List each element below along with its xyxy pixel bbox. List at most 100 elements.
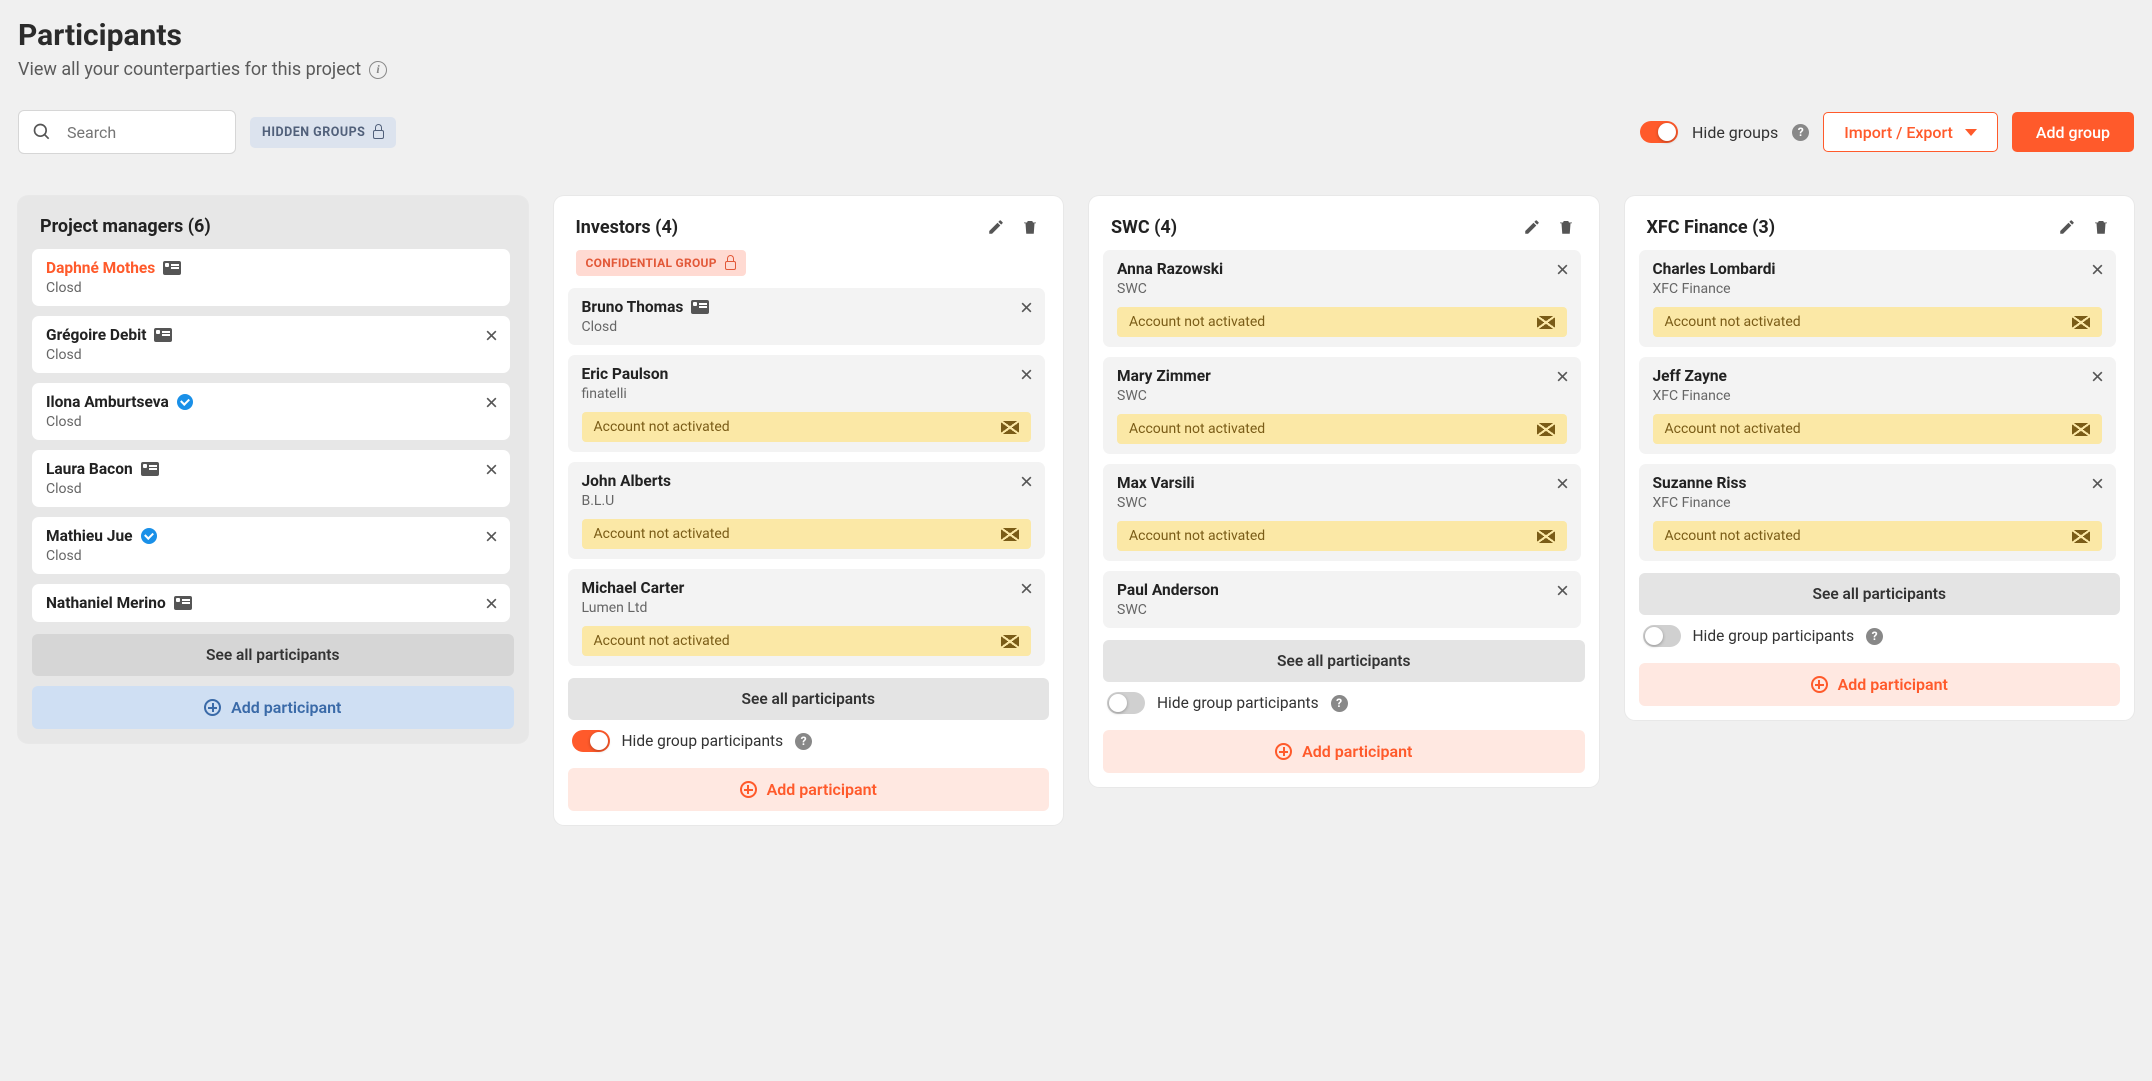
member-card[interactable]: Max VarsiliSWCAccount not activated	[1103, 464, 1581, 561]
not-activated-badge: Account not activated	[1117, 307, 1567, 337]
add-participant-button[interactable]: Add participant	[1639, 663, 2121, 706]
hide-group-toggle[interactable]	[572, 730, 610, 752]
remove-member-button[interactable]	[1556, 369, 1569, 387]
member-name: Max Varsili	[1117, 474, 1567, 492]
member-list[interactable]: Anna RazowskiSWCAccount not activated Mar…	[1103, 250, 1585, 628]
member-card[interactable]: Grégoire DebitClosd	[32, 316, 510, 373]
edit-group-button[interactable]	[2056, 216, 2078, 238]
member-name: John Alberts	[582, 472, 1032, 490]
envelope-icon[interactable]	[2072, 423, 2090, 436]
member-name: Eric Paulson	[582, 365, 1032, 383]
hide-group-label: Hide group participants	[1157, 694, 1319, 712]
envelope-icon[interactable]	[1001, 528, 1019, 541]
member-name: Charles Lombardi	[1653, 260, 2103, 278]
member-org: Closd	[582, 319, 1032, 335]
member-card[interactable]: Daphné MothesClosd	[32, 249, 510, 306]
help-icon[interactable]: ?	[1792, 124, 1809, 141]
member-card[interactable]: Charles LombardiXFC FinanceAccount not a…	[1639, 250, 2117, 347]
member-card[interactable]: Mary ZimmerSWCAccount not activated	[1103, 357, 1581, 454]
member-name: Anna Razowski	[1117, 260, 1567, 278]
member-card[interactable]: Michael CarterLumen LtdAccount not activ…	[568, 569, 1046, 666]
envelope-icon[interactable]	[1001, 421, 1019, 434]
member-name: Mary Zimmer	[1117, 367, 1567, 385]
hide-groups-toggle[interactable]	[1640, 121, 1678, 143]
group-column-swc: SWC (4) Anna RazowskiSWCAccount not activ…	[1089, 196, 1599, 787]
hide-group-toggle[interactable]	[1107, 692, 1145, 714]
member-org: Closd	[46, 414, 496, 430]
hide-group-toggle[interactable]	[1643, 625, 1681, 647]
delete-group-button[interactable]	[2090, 216, 2112, 238]
member-card[interactable]: John AlbertsB.L.UAccount not activated	[568, 462, 1046, 559]
remove-member-button[interactable]	[2091, 369, 2104, 387]
add-participant-button[interactable]: Add participant	[32, 686, 514, 729]
member-card[interactable]: Mathieu JueClosd	[32, 517, 510, 574]
see-all-button[interactable]: See all participants	[32, 634, 514, 676]
envelope-icon[interactable]	[2072, 316, 2090, 329]
remove-member-button[interactable]	[1556, 476, 1569, 494]
remove-member-button[interactable]	[1556, 262, 1569, 280]
verified-icon	[141, 528, 157, 544]
add-participant-button[interactable]: Add participant	[568, 768, 1050, 811]
member-card[interactable]: Suzanne RissXFC FinanceAccount not activ…	[1639, 464, 2117, 561]
info-icon[interactable]: i	[369, 61, 387, 79]
member-card[interactable]: Eric Paulson finatelli Account not activat…	[568, 355, 1046, 452]
see-all-button[interactable]: See all participants	[568, 678, 1050, 720]
hidden-groups-chip[interactable]: HIDDEN GROUPS	[250, 117, 396, 148]
edit-group-button[interactable]	[1521, 216, 1543, 238]
id-card-icon	[163, 261, 181, 275]
member-name: Nathaniel Merino	[46, 594, 496, 612]
member-name: Michael Carter	[582, 579, 1032, 597]
delete-group-button[interactable]	[1555, 216, 1577, 238]
edit-group-button[interactable]	[985, 216, 1007, 238]
envelope-icon[interactable]	[2072, 530, 2090, 543]
remove-member-button[interactable]	[485, 529, 498, 547]
id-card-icon	[691, 300, 709, 314]
member-card[interactable]: Nathaniel Merino	[32, 584, 510, 622]
envelope-icon[interactable]	[1537, 530, 1555, 543]
add-participant-button[interactable]: Add participant	[1103, 730, 1585, 773]
remove-member-button[interactable]	[485, 596, 498, 614]
member-name: Jeff Zayne	[1653, 367, 2103, 385]
add-group-button[interactable]: Add group	[2012, 112, 2134, 152]
remove-member-button[interactable]	[1020, 300, 1033, 318]
remove-member-button[interactable]	[485, 395, 498, 413]
member-card[interactable]: Jeff ZayneXFC FinanceAccount not activat…	[1639, 357, 2117, 454]
help-icon[interactable]: ?	[1866, 628, 1883, 645]
member-card[interactable]: Ilona Amburtseva Closd	[32, 383, 510, 440]
remove-member-button[interactable]	[2091, 476, 2104, 494]
member-card[interactable]: Anna RazowskiSWCAccount not activated	[1103, 250, 1581, 347]
id-card-icon	[174, 596, 192, 610]
member-list[interactable]: Bruno Thomas Closd Eric Paulson finatelli Ac…	[568, 288, 1050, 666]
import-export-button[interactable]: Import / Export	[1823, 112, 1998, 152]
remove-member-button[interactable]	[2091, 262, 2104, 280]
see-all-button[interactable]: See all participants	[1103, 640, 1585, 682]
hide-group-label: Hide group participants	[622, 732, 784, 750]
member-list[interactable]: Charles LombardiXFC FinanceAccount not a…	[1639, 250, 2121, 561]
see-all-button[interactable]: See all participants	[1639, 573, 2121, 615]
member-org: Closd	[46, 548, 496, 564]
envelope-icon[interactable]	[1537, 316, 1555, 329]
member-org: finatelli	[582, 386, 1032, 402]
help-icon[interactable]: ?	[795, 733, 812, 750]
remove-member-button[interactable]	[485, 328, 498, 346]
delete-group-button[interactable]	[1019, 216, 1041, 238]
member-list[interactable]: Daphné MothesClosd Grégoire DebitClosd Ilo…	[32, 249, 514, 622]
member-name: Ilona Amburtseva	[46, 393, 496, 411]
envelope-icon[interactable]	[1537, 423, 1555, 436]
not-activated-badge: Account not activated	[582, 412, 1032, 442]
group-title: SWC (4)	[1111, 217, 1509, 238]
not-activated-badge: Account not activated	[1653, 414, 2103, 444]
remove-member-button[interactable]	[1020, 367, 1033, 385]
page-title: Participants	[18, 18, 2134, 53]
remove-member-button[interactable]	[1556, 583, 1569, 601]
help-icon[interactable]: ?	[1331, 695, 1348, 712]
remove-member-button[interactable]	[1020, 474, 1033, 492]
member-card[interactable]: Laura BaconClosd	[32, 450, 510, 507]
member-name: Bruno Thomas	[582, 298, 1032, 316]
envelope-icon[interactable]	[1001, 635, 1019, 648]
remove-member-button[interactable]	[485, 462, 498, 480]
member-card[interactable]: Bruno Thomas Closd	[568, 288, 1046, 345]
id-card-icon	[154, 328, 172, 342]
member-card[interactable]: Paul AndersonSWC	[1103, 571, 1581, 628]
remove-member-button[interactable]	[1020, 581, 1033, 599]
